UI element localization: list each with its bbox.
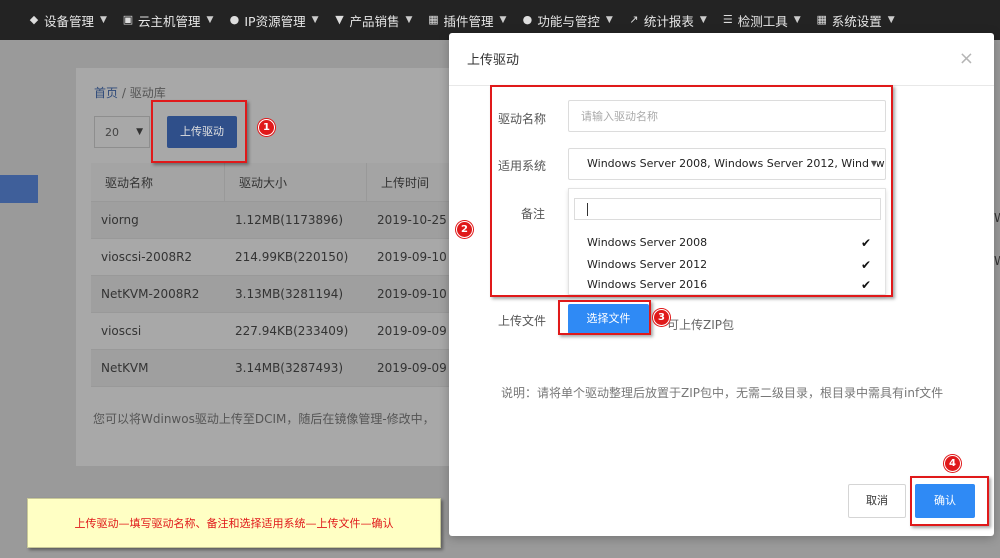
choose-file-hint: 可上传ZIP包 (667, 318, 734, 332)
table-row[interactable]: viorng 1.12MB(1173896) 2019-10-25 1 (91, 202, 456, 239)
cell-driver-name: NetKVM-2008R2 (101, 287, 200, 301)
nav-product-sales[interactable]: ▼ 产品销售 ▼ (334, 11, 413, 30)
table-row[interactable]: vioscsi-2008R2 214.99KB(220150) 2019-09-… (91, 239, 456, 276)
driver-table: 驱动名称 驱动大小 上传时间 viorng 1.12MB(1173896) 20… (91, 163, 456, 387)
upload-file-label: 上传文件 (498, 314, 547, 328)
nav-detection-tools[interactable]: ☰ 检测工具 ▼ (722, 11, 801, 30)
cell-upload-time: 2019-09-10 C (377, 287, 456, 301)
table-header-row: 驱动名称 驱动大小 上传时间 (91, 163, 456, 202)
chevron-down-icon: ▼ (405, 15, 413, 25)
cell-upload-time: 2019-09-09 1 (377, 361, 456, 375)
table-row[interactable]: NetKVM-2008R2 3.13MB(3281194) 2019-09-10… (91, 276, 456, 313)
cell-driver-name: NetKVM (101, 361, 149, 375)
caret-down-icon: ▼ (136, 127, 143, 137)
nav-feature-control[interactable]: ● 功能与管控 ▼ (521, 11, 613, 30)
location-icon: ● (229, 13, 240, 26)
table-row[interactable]: NetKVM 3.14MB(3287493) 2019-09-09 1 (91, 350, 456, 387)
step-badge-4: 4 (944, 455, 961, 472)
sidebar-active-item[interactable] (0, 175, 38, 203)
nav-statistics[interactable]: ↗ 统计报表 ▼ (628, 11, 707, 30)
page-size-select[interactable]: 20 ▼ (94, 116, 150, 148)
chevron-down-icon: ▼ (699, 15, 707, 25)
info-icon: ● (522, 13, 533, 26)
nav-label: 产品销售 (349, 13, 400, 29)
chevron-down-icon: ▼ (100, 15, 107, 25)
upload-description: 说明：请将单个驱动整理后放置于ZIP包中，无需二级目录，根目录中需具有inf文件 (501, 386, 944, 400)
nav-plugin-management[interactable]: ▦ 插件管理 ▼ (427, 11, 506, 30)
breadcrumb-separator: / (121, 86, 126, 100)
cell-driver-size: 227.94KB(233409) (235, 324, 349, 338)
chevron-down-icon: ▼ (206, 15, 214, 25)
nav-label: 统计报表 (643, 13, 694, 29)
cell-driver-name: viorng (101, 213, 139, 227)
chevron-down-icon: ▼ (887, 15, 895, 25)
cell-driver-name: vioscsi (101, 324, 142, 338)
chevron-down-icon: ▼ (499, 15, 507, 25)
column-header[interactable]: 上传时间 (367, 163, 456, 201)
apps-icon: ▦ (816, 13, 827, 26)
cloud-icon: ▣ (122, 13, 134, 26)
column-header[interactable]: 驱动大小 (225, 163, 367, 201)
table-row[interactable]: vioscsi 227.94KB(233409) 2019-09-09 1 (91, 313, 456, 350)
background-cell-fragment: W (994, 211, 1000, 225)
cell-driver-size: 1.12MB(1173896) (235, 213, 344, 227)
breadcrumb-home[interactable]: 首页 (94, 86, 118, 100)
nav-label: IP资源管理 (244, 13, 306, 29)
tip-box: 上传驱动—填写驱动名称、备注和选择适用系统—上传文件—确认 (27, 498, 441, 548)
step-badge-2: 2 (456, 221, 473, 238)
column-header[interactable]: 驱动名称 (91, 163, 225, 201)
cell-driver-size: 3.14MB(3287493) (235, 361, 344, 375)
cell-driver-size: 214.99KB(220150) (235, 250, 349, 264)
annotation-box-step-4 (910, 476, 989, 526)
annotation-box-step-3 (558, 300, 651, 335)
chevron-down-icon: ▼ (793, 15, 801, 25)
chevron-down-icon: ▼ (605, 15, 613, 25)
nav-label: 检测工具 (737, 13, 788, 29)
cell-upload-time: 2019-09-09 1 (377, 324, 456, 338)
nav-label: 插件管理 (443, 13, 494, 29)
cell-driver-name: vioscsi-2008R2 (101, 250, 193, 264)
breadcrumb: 首页 / 驱动库 (94, 84, 166, 101)
cancel-button[interactable]: 取消 (848, 484, 906, 518)
cell-upload-time: 2019-09-10 C (377, 250, 456, 264)
page-note: 您可以将Wdinwos驱动上传至DCIM，随后在镜像管理-修改中， (93, 412, 435, 426)
chevron-down-icon: ▼ (311, 15, 319, 25)
nav-label: 功能与管控 (537, 13, 600, 29)
background-cell-fragment: W (994, 254, 1000, 268)
nav-label: 设备管理 (44, 13, 95, 29)
list-icon: ☰ (722, 13, 733, 26)
step-badge-3: 3 (653, 309, 670, 326)
chart-icon: ↗ (629, 13, 639, 26)
annotation-box-step-2 (490, 85, 893, 297)
annotation-box-step-1 (151, 100, 247, 163)
breadcrumb-current: 驱动库 (129, 86, 166, 100)
page-size-value: 20 (105, 126, 119, 139)
nav-label: 系统设置 (831, 13, 882, 29)
modal-title: 上传驱动 (467, 53, 520, 68)
nav-cloud-host[interactable]: ▣ 云主机管理 ▼ (122, 11, 214, 30)
cell-upload-time: 2019-10-25 1 (377, 213, 456, 227)
cube-icon: ◆ (29, 13, 39, 26)
nav-ip-resource[interactable]: ● IP资源管理 ▼ (228, 11, 319, 30)
nav-label: 云主机管理 (137, 13, 201, 29)
close-icon[interactable]: × (959, 50, 974, 68)
cell-driver-size: 3.13MB(3281194) (235, 287, 344, 301)
step-badge-1: 1 (258, 119, 275, 136)
nav-device-management[interactable]: ◆ 设备管理 ▼ (28, 11, 107, 30)
cart-icon: ▼ (335, 13, 344, 26)
nav-system-settings[interactable]: ▦ 系统设置 ▼ (816, 11, 895, 30)
grid-icon: ▦ (428, 13, 439, 26)
